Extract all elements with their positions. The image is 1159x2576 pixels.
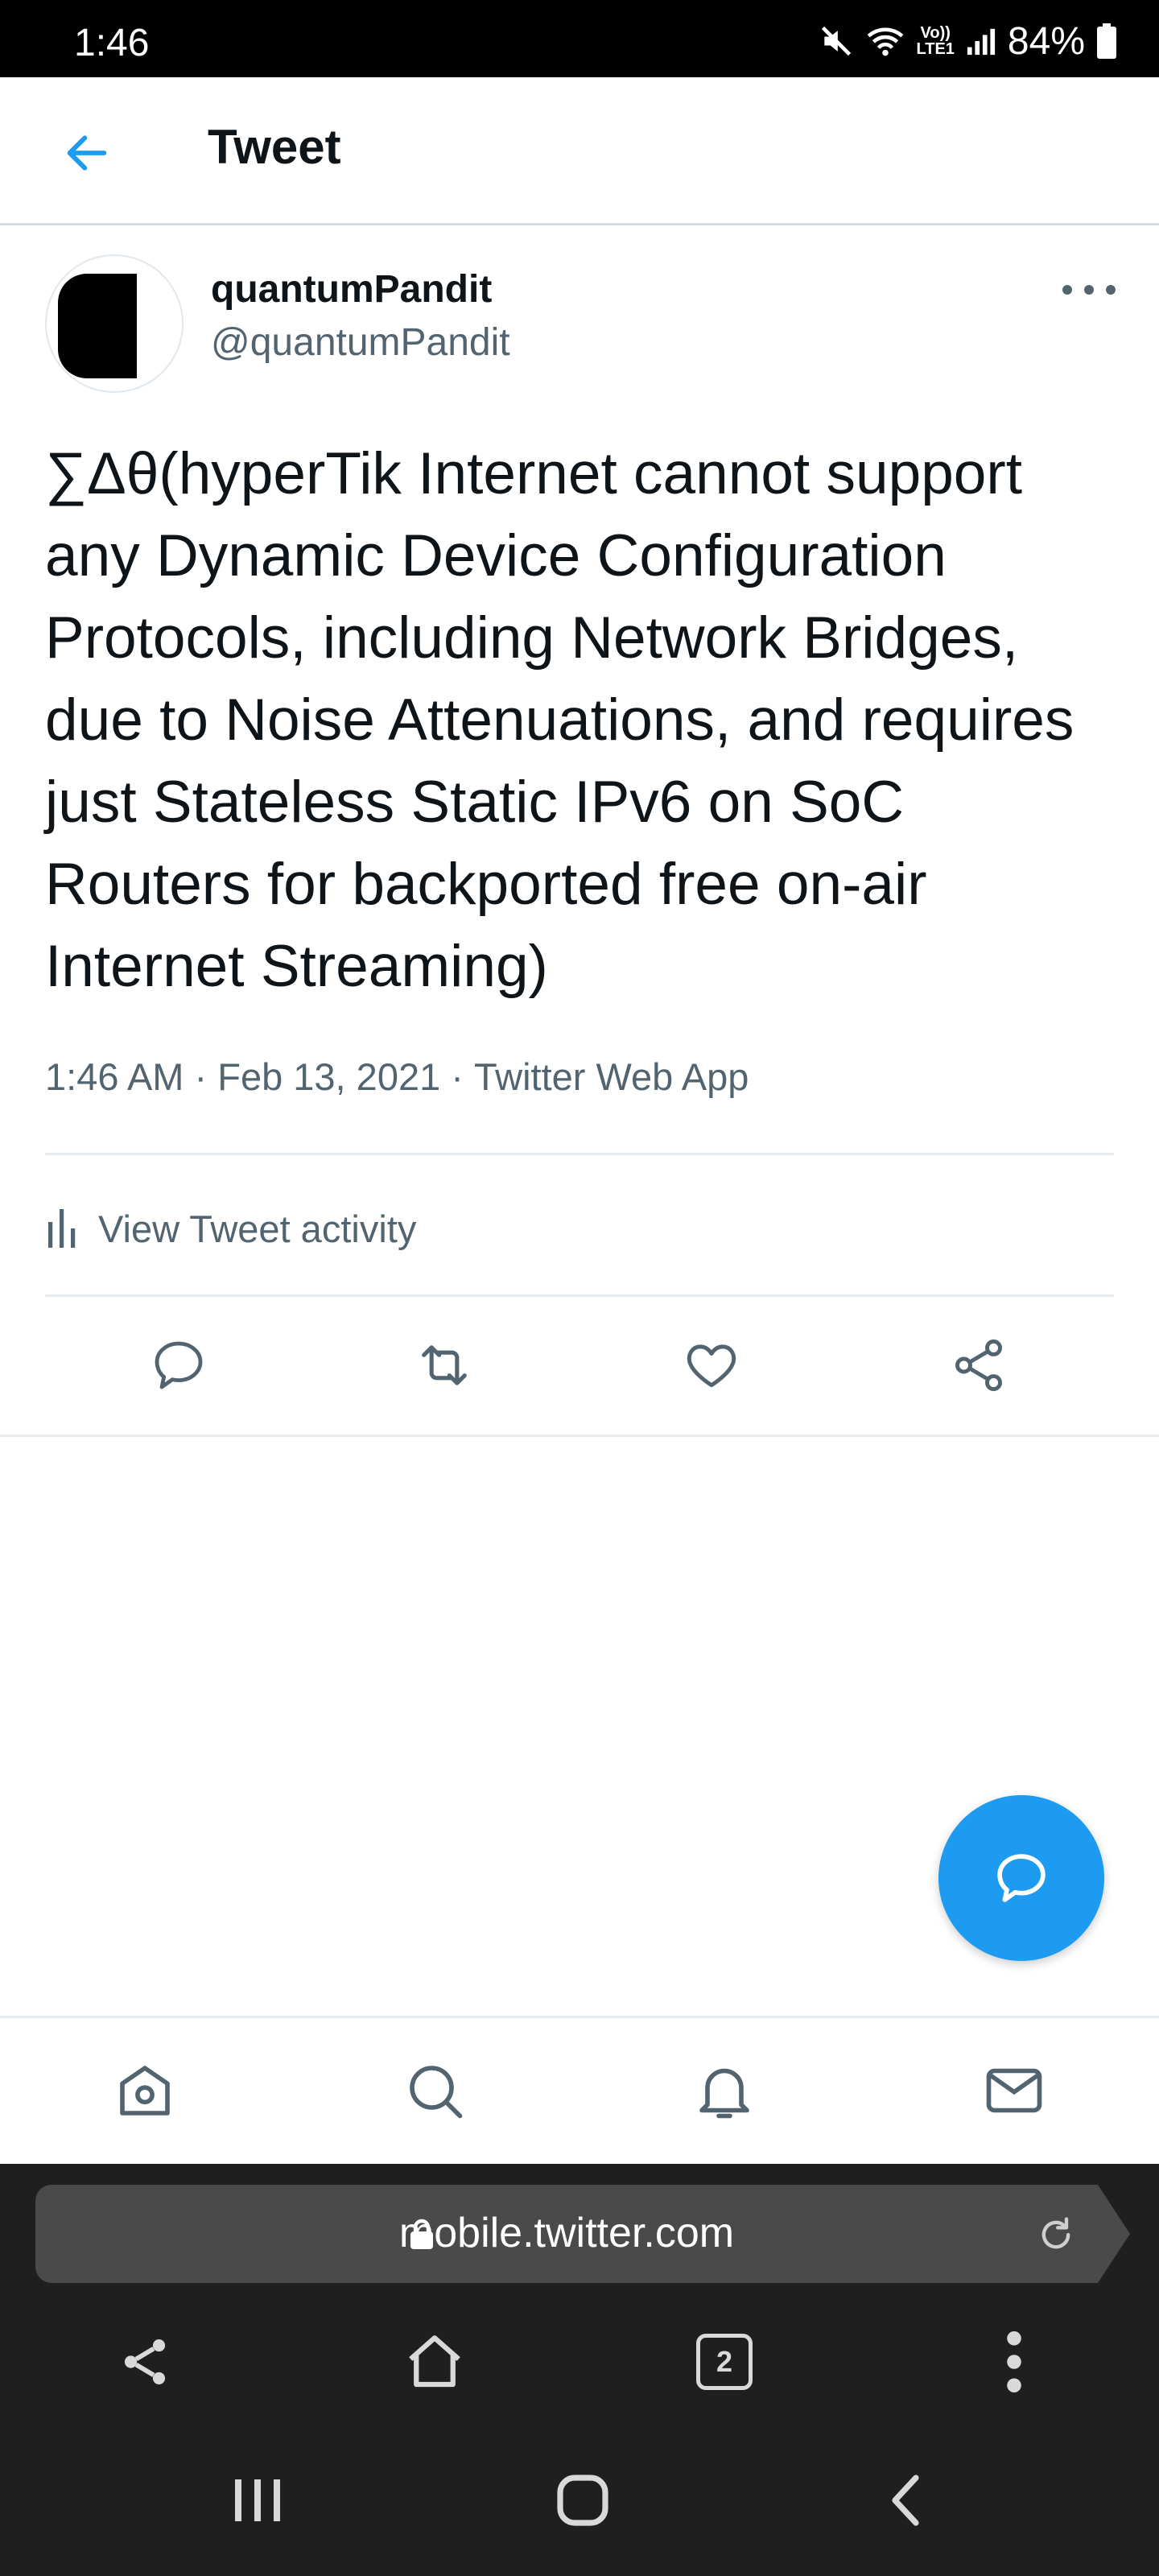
more-dot-icon xyxy=(1062,285,1072,295)
share-icon xyxy=(124,2339,166,2384)
system-home-button[interactable] xyxy=(542,2460,623,2541)
back-button[interactable] xyxy=(56,122,118,184)
recent-apps-button[interactable] xyxy=(217,2460,298,2541)
bottom-navigation xyxy=(0,2016,1159,2164)
browser-share-button[interactable] xyxy=(106,2323,184,2401)
search-icon xyxy=(410,2066,463,2119)
kebab-menu-icon xyxy=(1007,2331,1021,2392)
nav-home[interactable] xyxy=(111,2057,179,2124)
url-text: mobile.twitter.com xyxy=(398,2210,735,2256)
compose-reply-fab[interactable] xyxy=(938,1795,1104,1961)
messages-icon xyxy=(986,2068,1042,2113)
more-options-button[interactable] xyxy=(1062,274,1116,306)
top-app-bar: Tweet xyxy=(0,77,1159,225)
network-label-bottom: LTE1 xyxy=(916,40,955,58)
reply-button[interactable] xyxy=(148,1335,209,1396)
tweet-meta: 1:46 AM · Feb 13, 2021 · Twitter Web App xyxy=(45,1055,749,1099)
divider xyxy=(0,1435,1159,1437)
bar-chart-icon xyxy=(48,1209,76,1248)
network-type: Vo)) LTE1 xyxy=(917,25,955,57)
activity-label: View Tweet activity xyxy=(98,1207,417,1250)
reply-icon xyxy=(997,1854,1046,1902)
reply-icon xyxy=(155,1341,203,1389)
battery-icon xyxy=(1097,23,1116,59)
recent-apps-icon xyxy=(235,2479,280,2521)
tweet-date[interactable]: Feb 13, 2021 xyxy=(217,1055,440,1099)
browser-home-button[interactable] xyxy=(396,2323,473,2401)
reload-icon[interactable] xyxy=(1035,2214,1077,2256)
nav-search[interactable] xyxy=(401,2057,468,2124)
tweet-actions xyxy=(0,1301,1159,1430)
more-dot-icon xyxy=(1106,285,1116,295)
avatar-shape-right xyxy=(116,274,137,378)
tweet-time[interactable]: 1:46 AM xyxy=(45,1055,184,1099)
view-tweet-activity-button[interactable]: View Tweet activity xyxy=(45,1188,416,1269)
system-back-button[interactable] xyxy=(864,2460,945,2541)
chevron-left-icon xyxy=(892,2475,919,2526)
signal-icon xyxy=(967,28,996,56)
home-icon xyxy=(120,2066,170,2116)
status-time: 1:46 xyxy=(74,22,150,64)
more-dot-icon xyxy=(1084,285,1094,295)
browser-tabs-button[interactable]: 2 xyxy=(686,2323,763,2401)
browser-chrome: mobile.twitter.com 2 xyxy=(0,2164,1159,2576)
home-icon xyxy=(409,2335,460,2388)
notifications-icon xyxy=(699,2068,749,2119)
battery-percent: 84% xyxy=(1007,19,1085,63)
avatar[interactable] xyxy=(45,254,184,393)
share-icon xyxy=(955,1339,1002,1392)
divider xyxy=(45,1294,1114,1297)
like-icon xyxy=(687,1344,736,1388)
status-icons: Vo)) LTE1 84% xyxy=(819,19,1118,63)
nav-messages[interactable] xyxy=(980,2057,1048,2124)
like-button[interactable] xyxy=(681,1335,742,1396)
retweet-icon xyxy=(422,1345,467,1385)
status-bar: 1:46 Vo)) LTE1 84% xyxy=(0,0,1159,77)
network-label-top: Vo)) xyxy=(920,24,951,42)
tweet-text: ∑Δθ(hyperTik Internet cannot support any… xyxy=(45,441,1074,999)
arrow-left-icon xyxy=(67,135,107,171)
page-title: Tweet xyxy=(208,120,341,174)
tweet-source[interactable]: Twitter Web App xyxy=(474,1055,749,1099)
url-bar[interactable]: mobile.twitter.com xyxy=(35,2185,1130,2283)
wifi-icon xyxy=(867,27,903,56)
divider xyxy=(45,1153,1114,1155)
author-display-name[interactable]: quantumPandit xyxy=(211,267,492,312)
retweet-button[interactable] xyxy=(414,1335,475,1396)
meta-separator: · xyxy=(440,1055,475,1098)
browser-menu-button[interactable] xyxy=(975,2323,1053,2401)
meta-separator: · xyxy=(184,1055,218,1098)
nav-notifications[interactable] xyxy=(691,2057,758,2124)
author-handle[interactable]: @quantumPandit xyxy=(211,320,510,365)
home-square-icon xyxy=(557,2475,608,2526)
avatar-shape xyxy=(58,274,116,378)
tab-count: 2 xyxy=(696,2334,753,2390)
share-button[interactable] xyxy=(948,1335,1009,1396)
mute-icon xyxy=(821,26,851,56)
